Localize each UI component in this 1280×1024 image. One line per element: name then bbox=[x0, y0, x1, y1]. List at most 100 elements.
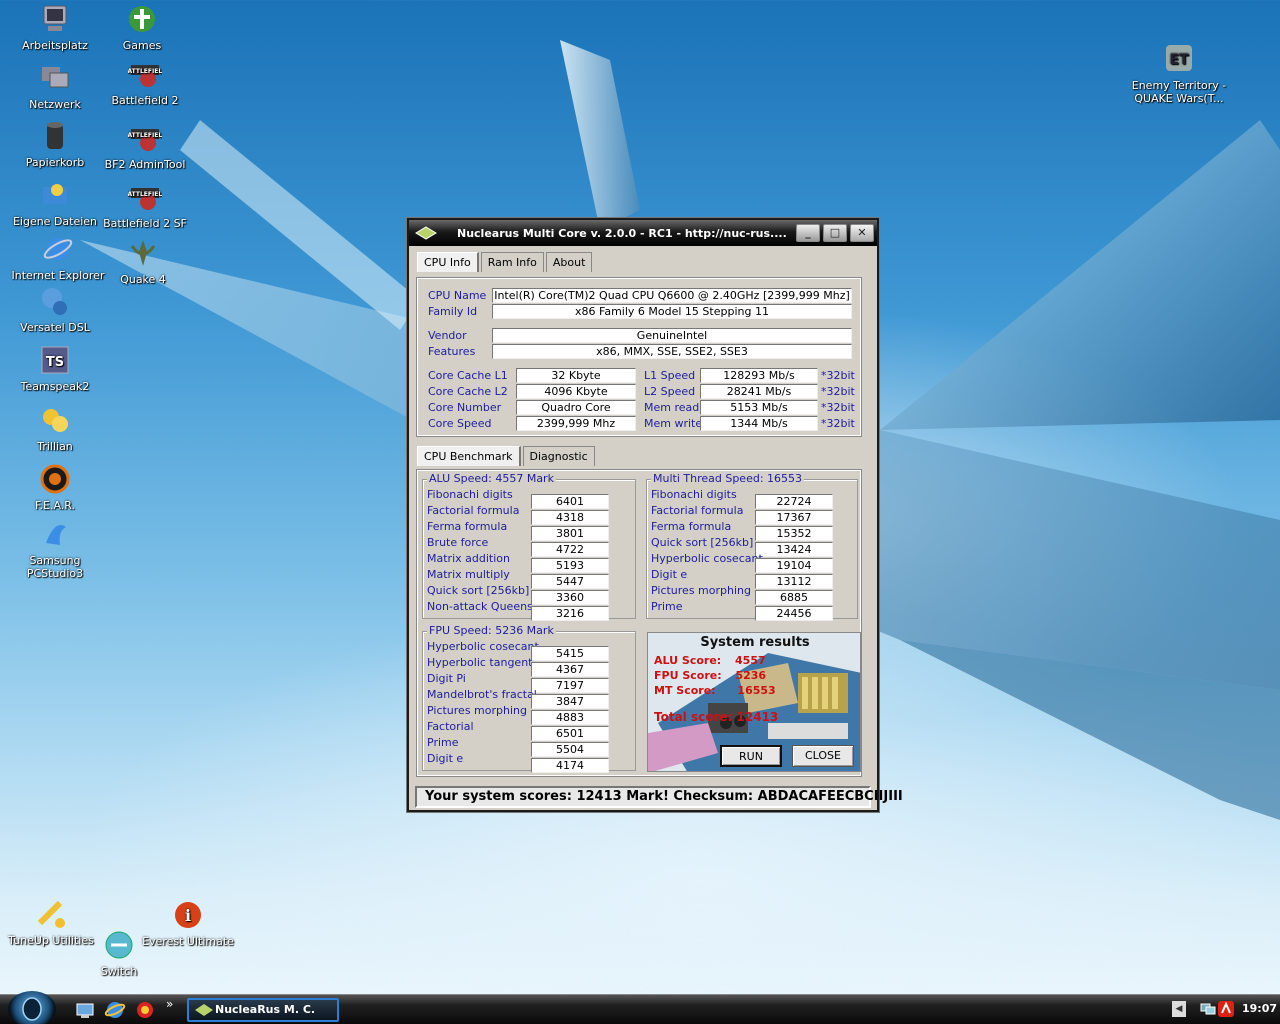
benchmark-label-matrix-multiply: Matrix multiply bbox=[427, 568, 510, 581]
desktop-icon-eigene-dateien[interactable]: Eigene Dateien bbox=[7, 178, 103, 228]
desktop-icon-f-e-a-r[interactable]: F.E.A.R. bbox=[7, 462, 103, 512]
benchmark-value-matrix-addition: 5193 bbox=[531, 558, 609, 573]
benchmark-value-hyperbolic-cosecant: 5415 bbox=[531, 646, 609, 661]
desktop-icon-label: F.E.A.R. bbox=[34, 499, 76, 512]
benchmark-label-matrix-addition: Matrix addition bbox=[427, 552, 510, 565]
benchmark-value-matrix-multiply: 5447 bbox=[531, 574, 609, 589]
show-desktop-icon[interactable] bbox=[74, 999, 96, 1021]
alu-score-label: ALU Score: bbox=[654, 654, 722, 667]
alu-score-row: ALU Score: 4557 bbox=[654, 653, 778, 668]
benchmark-label-hyperbolic-tangent: Hyperbolic tangent bbox=[427, 656, 533, 669]
desktop-icon-label: Internet Explorer bbox=[11, 269, 105, 282]
desktop-icon-teamspeak2[interactable]: TS Teamspeak2 bbox=[7, 343, 103, 393]
title-bar[interactable]: Nuclearus Multi Core v. 2.0.0 - RC1 - ht… bbox=[409, 220, 877, 246]
battlefield-icon: BATTLEFIELD bbox=[128, 180, 162, 214]
minimize-button[interactable]: _ bbox=[796, 224, 820, 242]
benchmark-label-digit-e: Digit e bbox=[651, 568, 688, 581]
benchmark-label-digit-pi: Digit Pi bbox=[427, 672, 466, 685]
desktop-icon-papierkorb[interactable]: Papierkorb bbox=[7, 119, 103, 169]
desktop-icon-enemy-territory[interactable]: ET Enemy Territory - QUAKE Wars(T... bbox=[1130, 42, 1228, 105]
tab-ram-info[interactable]: Ram Info bbox=[480, 252, 544, 272]
total-score-label: Total score: bbox=[654, 710, 733, 724]
benchmark-label-factorial-formula: Factorial formula bbox=[651, 504, 744, 517]
desktop-icon-battlefield-2[interactable]: BATTLEFIELD Battlefield 2 bbox=[97, 57, 193, 107]
benchmark-value-hyperbolic-cosecant: 19104 bbox=[755, 558, 833, 573]
desktop-icon-arbeitsplatz[interactable]: Arbeitsplatz bbox=[7, 2, 103, 52]
total-score-value: 12413 bbox=[736, 710, 779, 724]
window-title: Nuclearus Multi Core v. 2.0.0 - RC1 - ht… bbox=[457, 226, 787, 240]
fpu-group: FPU Speed: 5236 Mark Hyperbolic cosecant… bbox=[422, 624, 636, 773]
core-number-value: Quadro Core bbox=[516, 400, 636, 415]
battlefield-icon: BATTLEFIELD bbox=[128, 57, 162, 91]
desktop-icon-games[interactable]: Games bbox=[94, 2, 190, 52]
system-tray: ◀ 19:07 bbox=[1170, 998, 1277, 1022]
taskbar-button-nuclearus[interactable]: NucleaRus M. C. bbox=[187, 998, 339, 1022]
network-icon bbox=[38, 61, 72, 95]
everest-icon: i bbox=[171, 898, 205, 932]
alu-title: ALU Speed: 4557 Mark bbox=[427, 472, 556, 485]
maximize-button[interactable]: □ bbox=[823, 224, 847, 242]
vendor-value: GenuineIntel bbox=[492, 328, 852, 343]
tab-diagnostic[interactable]: Diagnostic bbox=[522, 446, 595, 466]
benchmark-value-prime: 5504 bbox=[531, 742, 609, 757]
quicklaunch-chevron[interactable]: » bbox=[166, 997, 173, 1011]
cpu-info-panel: CPU Name Intel(R) Core(TM)2 Quad CPU Q66… bbox=[416, 277, 862, 437]
close-window-button[interactable]: ✕ bbox=[850, 224, 874, 242]
features-label: Features bbox=[428, 345, 476, 358]
desktop-icon-quake-4[interactable]: Quake 4 bbox=[95, 236, 191, 286]
benchmark-value-pictures-morphing: 4883 bbox=[531, 710, 609, 725]
benchmark-label-hyperbolic-cosecant: Hyperbolic cosecant bbox=[651, 552, 763, 565]
desktop-icon-samsung-pcstudio3[interactable]: Samsung PCStudio3 bbox=[7, 517, 103, 580]
media-quicklaunch-icon[interactable] bbox=[134, 999, 156, 1021]
family-value: x86 Family 6 Model 15 Stepping 11 bbox=[492, 304, 852, 319]
tab-cpu-benchmark[interactable]: CPU Benchmark bbox=[417, 446, 521, 466]
desktop-icon-battlefield-2-sf[interactable]: BATTLEFIELD Battlefield 2 SF bbox=[97, 180, 193, 230]
desktop-icon-label: Trillian bbox=[37, 440, 73, 453]
battlefield-icon: BATTLEFIELD bbox=[128, 121, 162, 155]
benchmark-value-quick-sort-256kb: 3360 bbox=[531, 590, 609, 605]
antivirus-tray-icon[interactable] bbox=[1218, 1001, 1234, 1017]
desktop-icon-versatel-dsl[interactable]: Versatel DSL bbox=[7, 284, 103, 334]
l1-cache-value: 32 Kbyte bbox=[516, 368, 636, 383]
start-button[interactable] bbox=[8, 991, 56, 1024]
mem-read-unit: *32bit bbox=[821, 401, 855, 414]
svg-text:TS: TS bbox=[46, 355, 64, 370]
desktop-icon-internet-explorer[interactable]: Internet Explorer bbox=[10, 232, 106, 282]
fear-icon bbox=[38, 462, 72, 496]
clock[interactable]: 19:07 bbox=[1242, 1002, 1277, 1015]
desktop-icon-trillian[interactable]: Trillian bbox=[7, 403, 103, 453]
alu-group: ALU Speed: 4557 Mark Fibonachi digits 640… bbox=[422, 472, 636, 621]
internet-explorer-quicklaunch-icon[interactable] bbox=[104, 999, 126, 1021]
svg-text:ET: ET bbox=[1169, 52, 1189, 68]
network-tray-icon[interactable] bbox=[1200, 1001, 1216, 1017]
trillian-icon bbox=[38, 403, 72, 437]
features-value: x86, MMX, SSE, SSE2, SSE3 bbox=[492, 344, 852, 359]
benchmark-value-pictures-morphing: 6885 bbox=[755, 590, 833, 605]
desktop-icon-bf2-admintool[interactable]: BATTLEFIELD BF2 AdminTool bbox=[97, 121, 193, 171]
nuclearus-app-icon bbox=[415, 226, 437, 240]
l1-cache-label: Core Cache L1 bbox=[428, 369, 508, 382]
benchmark-value-factorial-formula: 4318 bbox=[531, 510, 609, 525]
desktop-icon-netzwerk[interactable]: Netzwerk bbox=[7, 61, 103, 111]
games-icon bbox=[125, 2, 159, 36]
tab-cpu-info[interactable]: CPU Info bbox=[417, 252, 479, 272]
core-number-label: Core Number bbox=[428, 401, 502, 414]
mt-score-row: MT Score: 16553 bbox=[654, 683, 778, 698]
nuclearus-window: Nuclearus Multi Core v. 2.0.0 - RC1 - ht… bbox=[407, 218, 903, 812]
desktop-icon-label: Samsung PCStudio3 bbox=[26, 554, 84, 580]
l2-cache-label: Core Cache L2 bbox=[428, 385, 508, 398]
close-results-button[interactable]: CLOSE bbox=[792, 745, 854, 767]
desktop-icon-switch[interactable]: Switch bbox=[71, 928, 167, 978]
benchmark-label-hyperbolic-cosecant: Hyperbolic cosecant bbox=[427, 640, 539, 653]
documents-icon bbox=[38, 178, 72, 212]
l2-speed-label: L2 Speed bbox=[644, 385, 696, 398]
benchmark-label-quick-sort-256kb: Quick sort [256kb] bbox=[427, 584, 530, 597]
mem-write-value: 1344 Mb/s bbox=[700, 416, 818, 431]
desktop-icon-label: Arbeitsplatz bbox=[22, 39, 88, 52]
tray-expand-button[interactable]: ◀ bbox=[1172, 1001, 1186, 1017]
run-button[interactable]: RUN bbox=[720, 745, 782, 767]
desktop-icon-label: Battlefield 2 SF bbox=[103, 217, 187, 230]
samsung-icon bbox=[38, 517, 72, 551]
tab-about[interactable]: About bbox=[545, 252, 593, 272]
computer-icon bbox=[38, 2, 72, 36]
